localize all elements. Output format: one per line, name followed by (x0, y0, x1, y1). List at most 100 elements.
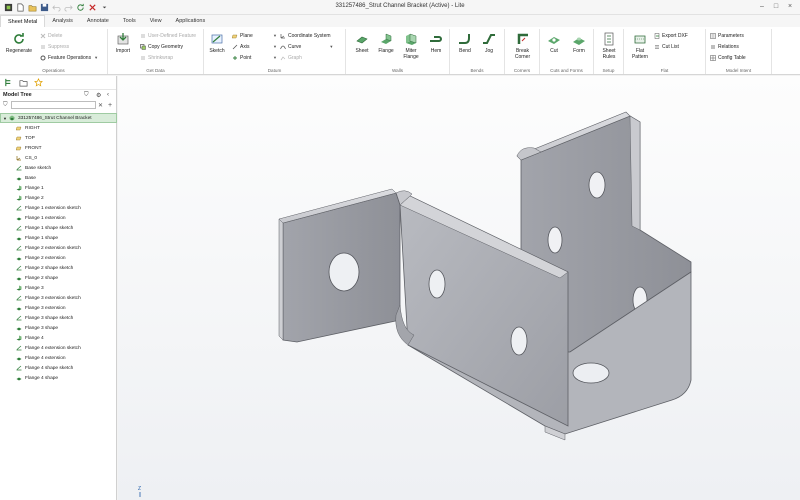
tree-item[interactable]: Flange 2 (0, 193, 117, 203)
filter-icon[interactable]: ⛉ (84, 92, 89, 99)
sketch-button[interactable]: Sketch (207, 32, 227, 54)
break-corner-button[interactable]: Break Corner (508, 32, 537, 60)
tree-item[interactable]: Flange 1 shape sketch (0, 223, 117, 233)
copy-geometry-button[interactable]: Copy Geometry (140, 44, 183, 50)
flat-pattern-button[interactable]: Flat Pattern (628, 32, 652, 60)
tab-applications[interactable]: Applications (169, 15, 213, 27)
sheet-button[interactable]: Sheet (351, 32, 373, 54)
model-intent-group-label: Model Intent (725, 68, 752, 73)
tab-sheet-metal[interactable]: Sheet Metal (0, 15, 46, 27)
shrinkwrap-button[interactable]: Shrinkwrap (140, 55, 173, 61)
tree-item[interactable]: TOP (0, 133, 117, 143)
tree-item[interactable]: Flange 4 extension (0, 353, 117, 363)
sketch-icon (16, 165, 22, 171)
tree-item[interactable]: Flange 1 extension (0, 213, 117, 223)
curve-button[interactable]: Curve ▼ (280, 44, 333, 50)
tab-analysis[interactable]: Analysis (45, 15, 79, 27)
tree-item[interactable]: Flange 3 extension sketch (0, 293, 117, 303)
chevron-down-icon[interactable]: ▼ (270, 44, 277, 50)
plane-button[interactable]: Plane (232, 33, 253, 39)
regenerate-button[interactable]: Regenerate (5, 32, 33, 54)
regenerate-icon (14, 33, 24, 44)
tab-annotate[interactable]: Annotate (80, 15, 116, 27)
flat-pattern-icon (634, 35, 646, 44)
config-table-button[interactable]: Config Table (710, 55, 746, 61)
hem-button[interactable]: Hem (425, 32, 447, 54)
expand-caret-icon[interactable]: ▼ (3, 116, 7, 121)
point-button[interactable]: Point (232, 55, 251, 61)
flange-button[interactable]: Flange (375, 32, 397, 54)
cut-button[interactable]: Cut (543, 32, 565, 54)
tree-item[interactable]: Base sketch (0, 163, 117, 173)
tab-tools[interactable]: Tools (116, 15, 143, 27)
tree-item[interactable]: Flange 2 extension (0, 253, 117, 263)
tree-item[interactable]: CS_0 (0, 153, 117, 163)
add-icon[interactable]: + (108, 102, 112, 109)
tab-view[interactable]: View (143, 15, 169, 27)
tree-item[interactable]: RIGHT (0, 123, 117, 133)
axis-button[interactable]: Axis (232, 44, 249, 50)
tree-item[interactable]: FRONT (0, 143, 117, 153)
coordinate-system-label: Coordinate System (288, 33, 331, 39)
import-icon (117, 33, 129, 45)
suppress-button[interactable]: Suppress (40, 44, 69, 50)
model-intent-group: Parameters Relations Config Table Model … (706, 29, 772, 74)
favorites-star-icon[interactable] (34, 78, 43, 87)
delete-button[interactable]: Delete (40, 33, 62, 39)
export-dxf-button[interactable]: Export DXF (654, 33, 688, 39)
cut-icon (548, 37, 560, 44)
tree-item[interactable]: Flange 4 shape (0, 373, 117, 383)
bends-group: Bend Jog Bends (450, 29, 505, 74)
import-button[interactable]: Import (112, 32, 134, 54)
graph-button[interactable]: Graph (280, 55, 302, 61)
tree-item[interactable]: Flange 2 extension sketch (0, 243, 117, 253)
jog-button[interactable]: Jog (478, 32, 500, 54)
search-filter-icon[interactable]: ⛉ (3, 102, 8, 109)
tree-item[interactable]: Flange 2 shape sketch (0, 263, 117, 273)
coordinate-system-button[interactable]: Coordinate System (280, 33, 331, 39)
settings-gear-icon[interactable]: ⚙ (96, 92, 101, 99)
ribbon-tabs: Sheet Metal Analysis Annotate Tools View… (0, 15, 800, 27)
parameters-button[interactable]: Parameters (710, 33, 744, 39)
tree-item[interactable]: Flange 3 extension (0, 303, 117, 313)
tree-item[interactable]: Flange 4 (0, 333, 117, 343)
minimize-button[interactable]: – (757, 2, 767, 12)
cut-list-button[interactable]: Cut List (654, 44, 679, 50)
copy-geometry-label: Copy Geometry (148, 44, 184, 50)
bend-button[interactable]: Bend (454, 32, 476, 54)
close-window-button[interactable]: × (785, 2, 795, 12)
tree-item[interactable]: Flange 3 (0, 283, 117, 293)
maximize-button[interactable]: □ (771, 2, 781, 12)
tree-item[interactable]: Flange 1 extension sketch (0, 203, 117, 213)
tree-item[interactable]: Flange 1 shape (0, 233, 117, 243)
tree-item[interactable]: Flange 4 shape sketch (0, 363, 117, 373)
tree-item[interactable]: Flange 3 shape (0, 323, 117, 333)
bend-label: Bend (459, 48, 471, 54)
user-defined-feature-button[interactable]: User-Defined Feature (140, 33, 196, 39)
tree-item[interactable]: Base (0, 173, 117, 183)
tree-root-item[interactable]: ▼ 331257486_Strut Channel Bracket (0, 113, 117, 123)
model-tree-tab-icon[interactable] (4, 78, 13, 87)
tree-item-label: Flange 3 (25, 285, 44, 291)
tree-item[interactable]: Flange 2 shape (0, 273, 117, 283)
model-canvas[interactable]: Z (118, 76, 800, 500)
clear-search-icon[interactable]: ✕ (98, 102, 103, 109)
tree-item[interactable]: Flange 1 (0, 183, 117, 193)
tree-item[interactable]: Flange 4 extension sketch (0, 343, 117, 353)
model-tree-search-input[interactable] (11, 101, 96, 109)
model-tree: ▼ 331257486_Strut Channel Bracket RIGHT T… (0, 113, 117, 383)
sheet-rules-button[interactable]: Sheet Rules (597, 32, 621, 60)
collapse-panel-icon[interactable]: ‹ (107, 92, 109, 98)
copy-geometry-icon (140, 44, 146, 50)
cut-list-label: Cut List (662, 44, 679, 50)
folder-browser-icon[interactable] (19, 78, 28, 87)
relations-button[interactable]: Relations (710, 44, 739, 50)
chevron-down-icon[interactable]: ▼ (270, 55, 277, 61)
strut-channel-bracket-model[interactable] (278, 111, 692, 441)
chevron-down-icon[interactable]: ▼ (270, 33, 277, 39)
miter-flange-button[interactable]: Miter Flange (399, 32, 423, 60)
form-button[interactable]: Form (568, 32, 590, 54)
feature-operations-button[interactable]: Feature Operations ▼ (40, 55, 98, 61)
graphics-viewport[interactable]: Z (118, 76, 800, 500)
tree-item[interactable]: Flange 3 shape sketch (0, 313, 117, 323)
